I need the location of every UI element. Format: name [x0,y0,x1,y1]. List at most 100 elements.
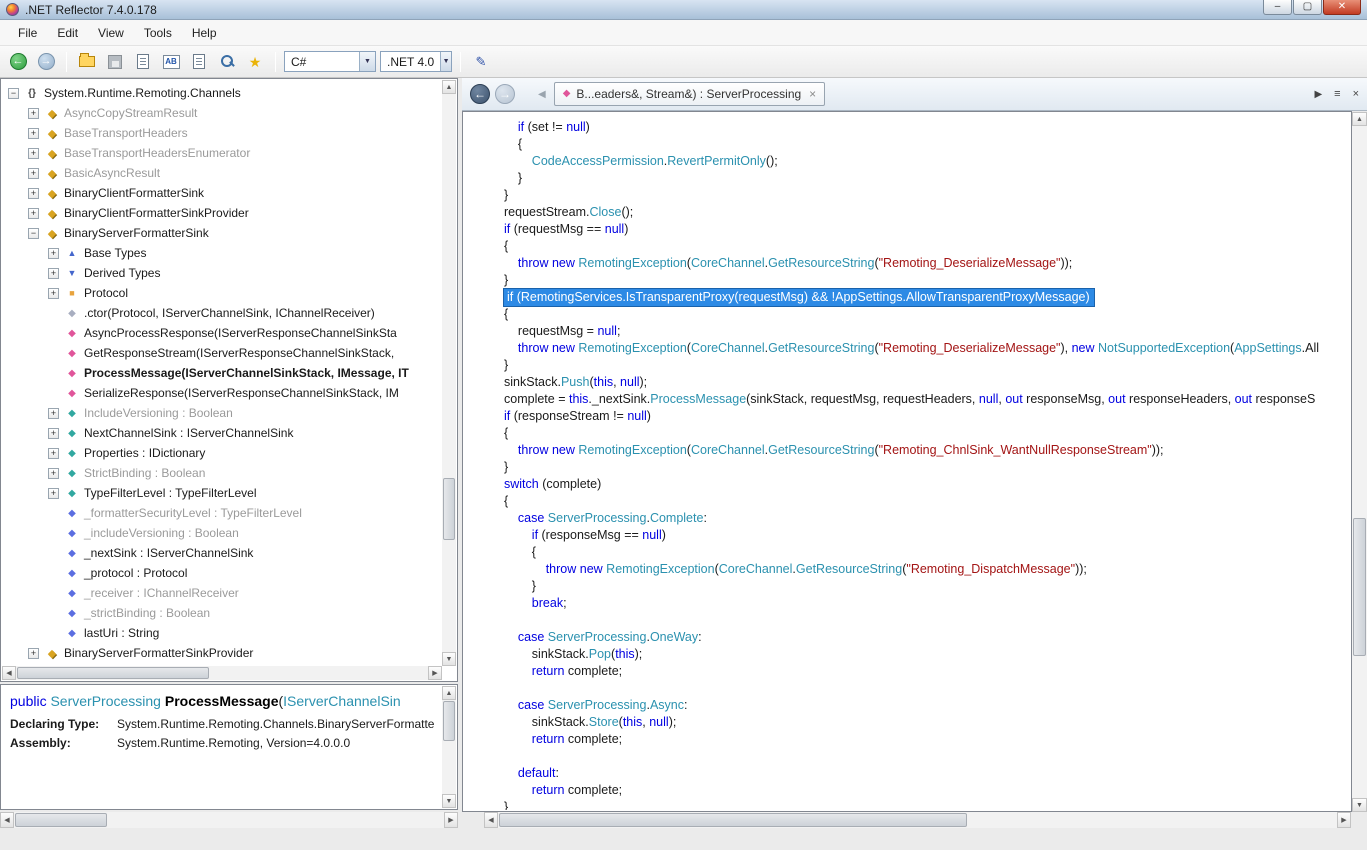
tree-row[interactable]: + Properties : IDictionary [2,443,442,463]
menu-item-view[interactable]: View [88,22,134,44]
expand-icon[interactable]: + [48,467,59,479]
tree[interactable]: − System.Runtime.Remoting.Channels + AsyncC… [2,80,442,666]
tree-row[interactable]: .ctor(Protocol, IServerChannelSink, ICha… [2,303,442,323]
copy-button[interactable] [131,50,155,73]
expand-icon[interactable]: + [48,267,59,279]
chevron-down-icon[interactable]: ▼ [359,52,375,71]
scroll-up-arrow[interactable]: ▲ [442,686,456,700]
pane-close-icon[interactable]: × [1353,88,1359,100]
tree-row[interactable]: _receiver : IChannelReceiver [2,583,442,603]
collapse-icon[interactable]: − [28,227,39,239]
minimize-button[interactable]: – [1263,0,1292,15]
export-button[interactable] [187,50,211,73]
tab-scroll-right-icon[interactable]: ▶ [1314,89,1322,100]
disassemble-button[interactable]: AB [159,50,183,73]
tab-scroll-left-icon[interactable]: ◀ [538,89,546,100]
tree-row[interactable]: + IncludeVersioning : Boolean [2,403,442,423]
tree-vertical-scrollbar[interactable]: ▲ ▼ [442,80,456,666]
forward-button[interactable]: → [34,50,58,73]
tab-close-icon[interactable]: × [809,88,816,100]
tree-row[interactable]: + AsyncCopyStreamResult [2,103,442,123]
expand-icon[interactable]: + [28,207,39,219]
tree-row[interactable]: + BinaryClientFormatterSinkProvider [2,203,442,223]
search-button[interactable] [215,50,239,73]
scroll-left-arrow[interactable]: ◀ [484,812,498,828]
left-panel-horizontal-scrollbar[interactable]: ◀ ▶ [0,812,458,828]
scroll-down-arrow[interactable]: ▼ [442,794,456,808]
tree-row[interactable]: lastUri : String [2,623,442,643]
save-button[interactable] [103,50,127,73]
back-button[interactable]: ← [6,50,30,73]
expand-icon[interactable]: + [48,427,59,439]
scroll-up-arrow[interactable]: ▲ [1352,112,1367,126]
scrollbar-thumb[interactable] [17,667,209,679]
scrollbar-thumb[interactable] [1353,518,1366,656]
history-back-button[interactable]: ← [470,84,490,104]
code-horizontal-scrollbar[interactable]: ◀ ▶ [484,812,1351,828]
scroll-right-arrow[interactable]: ▶ [428,666,442,680]
close-button[interactable]: ✕ [1323,0,1361,15]
expand-icon[interactable]: + [28,187,39,199]
tree-row[interactable]: + BinaryServerFormatterSinkProvider [2,643,442,663]
code-vertical-scrollbar[interactable]: ▲ ▼ [1352,112,1367,812]
scroll-down-arrow[interactable]: ▼ [442,652,456,666]
tree-row[interactable]: + TypeFilterLevel : TypeFilterLevel [2,483,442,503]
tree-row[interactable]: − System.Runtime.Remoting.Channels [2,83,442,103]
expand-icon[interactable]: + [48,287,59,299]
menu-item-edit[interactable]: Edit [47,22,88,44]
expand-icon[interactable]: + [48,247,59,259]
scroll-down-arrow[interactable]: ▼ [1352,798,1367,812]
tree-row[interactable]: _strictBinding : Boolean [2,603,442,623]
scrollbar-thumb[interactable] [443,478,455,541]
expand-icon[interactable]: + [28,147,39,159]
expand-icon[interactable]: + [28,647,39,659]
tree-row[interactable]: + StrictBinding : Boolean [2,463,442,483]
expand-icon[interactable]: + [48,447,59,459]
tree-horizontal-scrollbar[interactable]: ◀ ▶ [2,666,442,680]
tree-row[interactable]: _protocol : Protocol [2,563,442,583]
tree-row[interactable]: ProcessMessage(IServerChannelSinkStack, … [2,363,442,383]
expand-icon[interactable]: + [28,167,39,179]
tree-row[interactable]: GetResponseStream(IServerResponseChannel… [2,343,442,363]
tree-row[interactable]: _formatterSecurityLevel : TypeFilterLeve… [2,503,442,523]
scrollbar-thumb[interactable] [499,813,967,827]
history-forward-button[interactable]: → [495,84,515,104]
tree-row[interactable]: SerializeResponse(IServerResponseChannel… [2,383,442,403]
scrollbar-thumb[interactable] [443,701,455,741]
tree-row[interactable]: − BinaryServerFormatterSink [2,223,442,243]
collapse-icon[interactable]: − [8,87,19,99]
info-vertical-scrollbar[interactable]: ▲ ▼ [442,686,456,808]
tree-row[interactable]: + Base Types [2,243,442,263]
tab-list-icon[interactable]: ≡ [1334,88,1340,100]
menu-item-file[interactable]: File [8,22,47,44]
menu-item-tools[interactable]: Tools [134,22,182,44]
language-select[interactable]: C# ▼ [284,51,376,72]
open-button[interactable] [75,50,99,73]
tree-row[interactable]: + NextChannelSink : IServerChannelSink [2,423,442,443]
edit-button[interactable]: ✎ [469,50,493,73]
scroll-right-arrow[interactable]: ▶ [1337,812,1351,828]
tree-row[interactable]: AsyncProcessResponse(IServerResponseChan… [2,323,442,343]
scroll-up-arrow[interactable]: ▲ [442,80,456,94]
expand-icon[interactable]: + [28,107,39,119]
tree-row[interactable]: + BaseTransportHeaders [2,123,442,143]
tree-row[interactable]: _nextSink : IServerChannelSink [2,543,442,563]
menu-item-help[interactable]: Help [182,22,227,44]
tree-row[interactable]: + Derived Types [2,263,442,283]
expand-icon[interactable]: + [28,127,39,139]
expand-icon[interactable]: + [48,487,59,499]
tree-row[interactable]: + BaseTransportHeadersEnumerator [2,143,442,163]
framework-select[interactable]: .NET 4.0 ▼ [380,51,452,72]
tree-row[interactable]: _includeVersioning : Boolean [2,523,442,543]
expand-icon[interactable]: + [48,407,59,419]
code-panel[interactable]: if (set != null) { CodeAccessPermission.… [462,111,1352,812]
scroll-right-arrow[interactable]: ▶ [444,812,458,828]
tree-row[interactable]: + BinaryClientFormatterSink [2,183,442,203]
favorites-button[interactable]: ★ [243,50,267,73]
tree-row[interactable]: + BasicAsyncResult [2,163,442,183]
scroll-left-arrow[interactable]: ◀ [2,666,16,680]
scroll-left-arrow[interactable]: ◀ [0,812,14,828]
maximize-button[interactable]: ▢ [1293,0,1322,15]
tab-serverprocessing[interactable]: ◆ B...eaders&, Stream&) : ServerProcessi… [553,82,826,106]
scrollbar-thumb[interactable] [15,813,107,827]
